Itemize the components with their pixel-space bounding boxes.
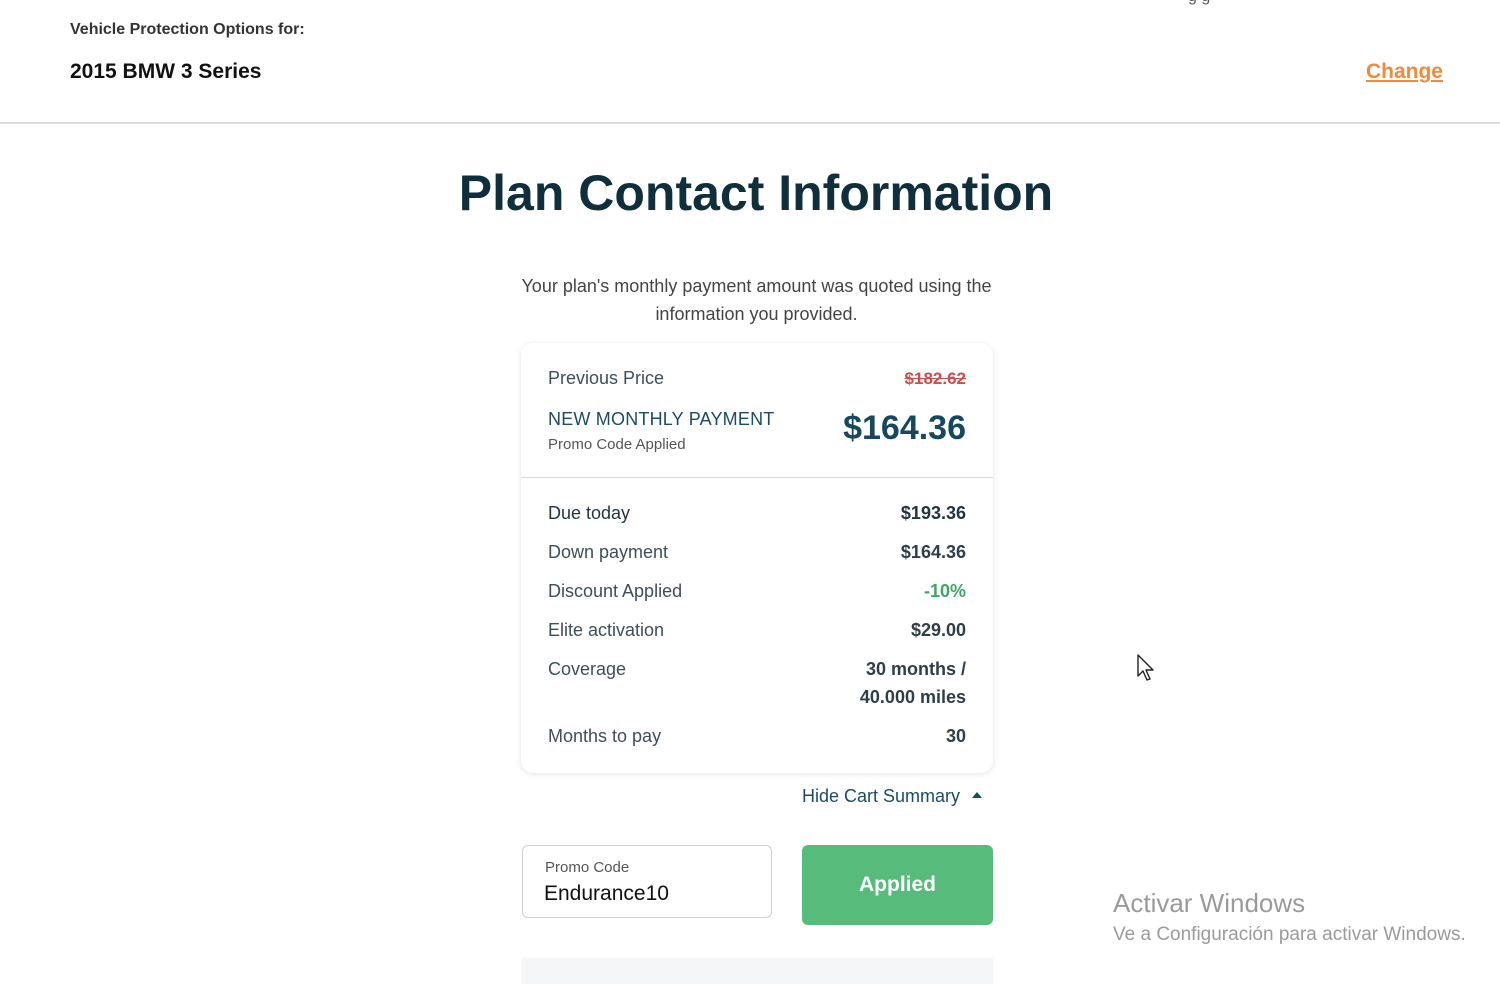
hide-cart-summary-toggle[interactable]: Hide Cart Summary: [802, 786, 983, 807]
previous-price-label: Previous Price: [548, 368, 665, 388]
down-payment-value: $164.36: [900, 542, 966, 562]
elite-activation-value: $29.00: [910, 620, 966, 640]
change-vehicle-link[interactable]: Change: [1366, 60, 1443, 84]
page: g g Vehicle Protection Options for: 2015…: [0, 0, 1500, 984]
coverage-miles: 40.000 miles: [859, 687, 966, 707]
new-monthly-payment-value: $164.36: [843, 409, 966, 447]
promo-code-field[interactable]: Promo Code: [522, 845, 772, 918]
windows-activation-title: Activar Windows: [1113, 888, 1306, 918]
applied-button[interactable]: Applied: [802, 845, 993, 925]
elite-activation-label: Elite activation: [548, 620, 665, 640]
due-today-value: $193.36: [900, 503, 966, 523]
caret-up-icon: [972, 792, 983, 799]
coverage-value: 30 months / 40.000 miles: [860, 655, 966, 711]
windows-activation-subtitle: Ve a Configuración para activar Windows.: [1113, 924, 1466, 945]
header-cut-text: g g: [1188, 0, 1210, 6]
down-payment-label: Down payment: [548, 542, 669, 562]
coverage-label: Coverage: [548, 659, 627, 679]
discount-applied-value: -10%: [923, 581, 966, 601]
coverage-months: 30 months /: [865, 659, 966, 679]
due-today-label: Due today: [548, 503, 631, 523]
mouse-cursor-icon: [1137, 654, 1154, 681]
previous-price-value: $182.62: [904, 369, 966, 388]
months-to-pay-label: Months to pay: [548, 726, 662, 746]
next-section-strip: [521, 958, 993, 984]
discount-applied-label: Discount Applied: [548, 581, 683, 601]
vehicle-name: 2015 BMW 3 Series: [70, 60, 262, 83]
new-monthly-payment-label: NEW MONTHLY PAYMENT: [548, 409, 775, 429]
promo-code-caption: Promo Code: [545, 859, 630, 876]
vehicle-options-label: Vehicle Protection Options for:: [70, 21, 305, 38]
vehicle-header: g g Vehicle Protection Options for: 2015…: [0, 0, 1500, 124]
hide-cart-summary-label: Hide Cart Summary: [802, 786, 961, 806]
page-subtitle: Your plan's monthly payment amount was q…: [521, 276, 992, 324]
promo-code-input[interactable]: [544, 882, 754, 906]
card-divider: [521, 477, 993, 478]
cart-summary-card: Previous Price $182.62 NEW MONTHLY PAYME…: [521, 343, 993, 773]
promo-code-applied-label: Promo Code Applied: [548, 436, 686, 453]
page-title: Plan Contact Information: [458, 165, 1054, 221]
months-to-pay-value: 30: [945, 726, 966, 746]
